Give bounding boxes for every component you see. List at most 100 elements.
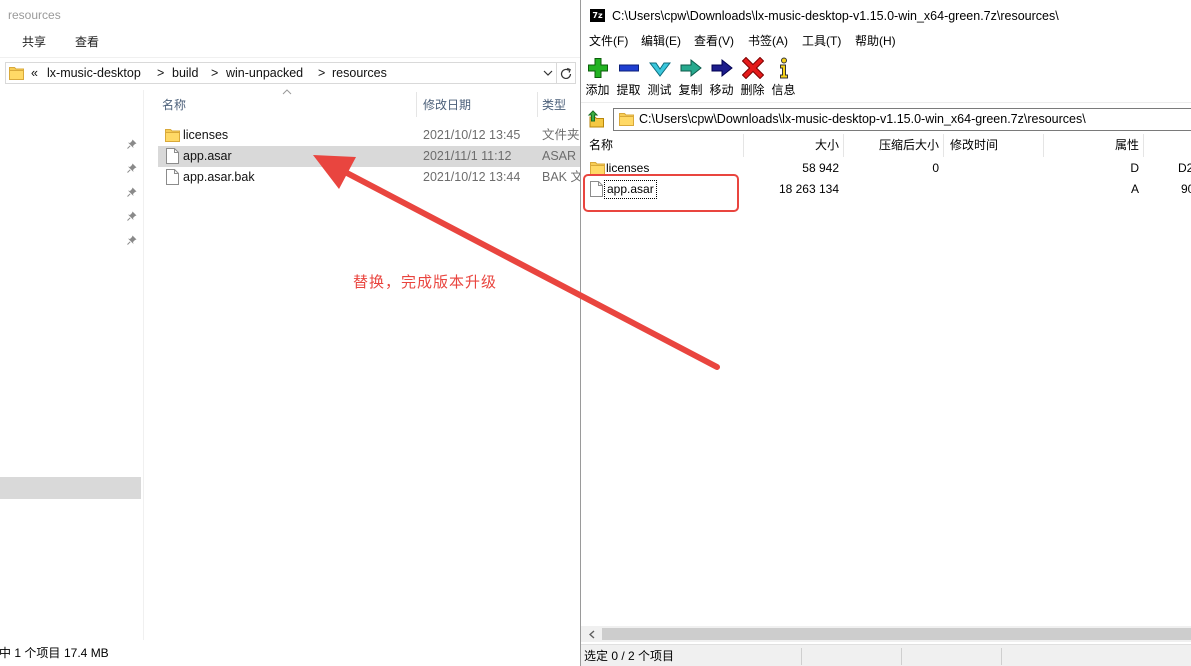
- folder-icon: [165, 129, 180, 142]
- archive-row-licenses[interactable]: licenses 58 942 0 D D2: [581, 158, 1191, 179]
- menu-edit[interactable]: 编辑(E): [641, 33, 681, 49]
- chevron-left-icon: [589, 630, 595, 639]
- column-header-modified[interactable]: 修改时间: [950, 137, 998, 153]
- extract-icon: [619, 64, 639, 72]
- column-header-date[interactable]: 修改日期: [423, 97, 471, 113]
- explorer-status-size: 17.4 MB: [64, 646, 109, 660]
- menu-help[interactable]: 帮助(H): [855, 33, 896, 49]
- file-date: 2021/10/12 13:44: [423, 170, 521, 184]
- move-icon: [711, 58, 733, 78]
- ribbon-tab-share[interactable]: 共享: [22, 34, 46, 50]
- extract-button[interactable]: 提取: [613, 54, 644, 100]
- scroll-thumb[interactable]: [602, 628, 1191, 640]
- nav-item-selected[interactable]: [0, 477, 141, 499]
- file-icon: [166, 169, 179, 185]
- file-date: 2021/11/1 11:12: [423, 149, 512, 163]
- nav-pane-divider: [143, 90, 144, 640]
- breadcrumb-separator[interactable]: >: [157, 65, 164, 81]
- file-name: app.asar.bak: [183, 170, 255, 184]
- breadcrumb-resources[interactable]: resources: [332, 65, 387, 81]
- address-bar[interactable]: « lx-music-desktop > build > win-unpacke…: [5, 62, 557, 84]
- breadcrumb-separator[interactable]: >: [318, 65, 325, 81]
- move-label: 移动: [709, 83, 734, 97]
- column-header-name[interactable]: 名称: [162, 97, 186, 113]
- file-row-app-asar-bak[interactable]: app.asar.bak 2021/10/12 13:44 BAK 文件: [158, 167, 580, 188]
- column-header-attributes[interactable]: 属性: [1043, 137, 1139, 153]
- breadcrumb-build[interactable]: build: [172, 65, 198, 81]
- status-divider: [1001, 648, 1002, 665]
- chevron-down-icon[interactable]: [543, 70, 553, 77]
- copy-button[interactable]: 复制: [675, 54, 706, 100]
- column-divider[interactable]: [943, 134, 944, 157]
- sevenzip-window: 7z C:\Users\cpw\Downloads\lx-music-deskt…: [580, 0, 1191, 666]
- archive-row-app-asar[interactable]: app.asar 18 263 134 A 90: [581, 179, 1191, 200]
- test-button[interactable]: 测试: [644, 54, 675, 100]
- file-date: 2021/10/12 13:45: [423, 128, 521, 142]
- add-icon: [588, 58, 608, 78]
- archive-item-size: 58 942: [802, 161, 839, 175]
- up-folder-button[interactable]: [585, 108, 607, 130]
- archive-item-name: licenses: [606, 161, 650, 175]
- pin-icon[interactable]: [127, 211, 137, 221]
- toolbar-divider: [581, 102, 1191, 103]
- column-header-type[interactable]: 类型: [542, 97, 566, 113]
- file-row-app-asar[interactable]: app.asar 2021/11/1 11:12 ASAR 文件: [158, 146, 580, 167]
- copy-label: 复制: [678, 83, 703, 97]
- refresh-button[interactable]: [557, 62, 576, 84]
- test-label: 测试: [647, 83, 672, 97]
- status-divider: [901, 648, 902, 665]
- window-title: C:\Users\cpw\Downloads\lx-music-desktop-…: [612, 9, 1059, 23]
- menu-file[interactable]: 文件(F): [589, 33, 628, 49]
- file-type: BAK 文件: [542, 170, 580, 184]
- folder-icon: [619, 113, 634, 126]
- column-divider[interactable]: [1143, 134, 1144, 157]
- scroll-left-button[interactable]: [583, 626, 601, 642]
- archive-item-name-focused: app.asar: [604, 180, 657, 199]
- column-header-size[interactable]: 大小: [743, 137, 839, 153]
- horizontal-scrollbar[interactable]: [581, 626, 1191, 642]
- explorer-window: resources 共享 查看 « lx-music-desktop > bui…: [0, 0, 580, 666]
- navigation-pane: [0, 88, 143, 640]
- move-button[interactable]: 移动: [706, 54, 737, 100]
- status-bar: 选定 0 / 2 个项目: [581, 644, 1191, 666]
- add-label: 添加: [585, 83, 610, 97]
- delete-button[interactable]: 删除: [737, 54, 768, 100]
- ribbon-divider: [0, 57, 580, 58]
- up-folder-icon: [587, 110, 604, 128]
- pin-icon[interactable]: [127, 187, 137, 197]
- folder-icon: [590, 162, 605, 175]
- sevenzip-logo: 7z: [590, 9, 605, 22]
- status-selection: 选定 0 / 2 个项目: [584, 649, 675, 663]
- archive-item-size: 18 263 134: [778, 182, 839, 196]
- refresh-icon: [560, 67, 572, 80]
- archive-item-attributes: D: [1130, 161, 1139, 175]
- breadcrumb-win-unpacked[interactable]: win-unpacked: [226, 65, 303, 81]
- pin-icon[interactable]: [127, 139, 137, 149]
- info-label: 信息: [771, 83, 796, 97]
- file-icon: [590, 181, 603, 197]
- delete-icon: [742, 57, 764, 79]
- add-button[interactable]: 添加: [582, 54, 613, 100]
- column-header-packed-size[interactable]: 压缩后大小: [843, 137, 939, 153]
- pin-icon[interactable]: [127, 235, 137, 245]
- file-name: app.asar: [183, 149, 232, 163]
- annotation-text: 替换，完成版本升级: [353, 274, 498, 291]
- status-divider: [801, 648, 802, 665]
- menu-view[interactable]: 查看(V): [694, 33, 734, 49]
- path-input[interactable]: C:\Users\cpw\Downloads\lx-music-desktop-…: [613, 108, 1191, 131]
- info-button[interactable]: 信息: [768, 54, 799, 100]
- pin-icon[interactable]: [127, 163, 137, 173]
- extract-label: 提取: [616, 83, 641, 97]
- menu-tools[interactable]: 工具(T): [802, 33, 841, 49]
- sort-ascending-icon: [282, 89, 292, 95]
- file-row-licenses[interactable]: licenses 2021/10/12 13:45 文件夹: [158, 125, 580, 146]
- column-header-name[interactable]: 名称: [589, 137, 613, 153]
- file-type: ASAR 文件: [542, 149, 580, 163]
- ribbon-tab-view[interactable]: 查看: [75, 34, 99, 50]
- breadcrumb-lx-music-desktop[interactable]: lx-music-desktop: [47, 65, 141, 81]
- breadcrumb-overflow[interactable]: «: [31, 65, 38, 81]
- column-divider[interactable]: [537, 92, 538, 117]
- column-divider[interactable]: [416, 92, 417, 117]
- breadcrumb-separator[interactable]: >: [211, 65, 218, 81]
- menu-bookmarks[interactable]: 书签(A): [748, 33, 788, 49]
